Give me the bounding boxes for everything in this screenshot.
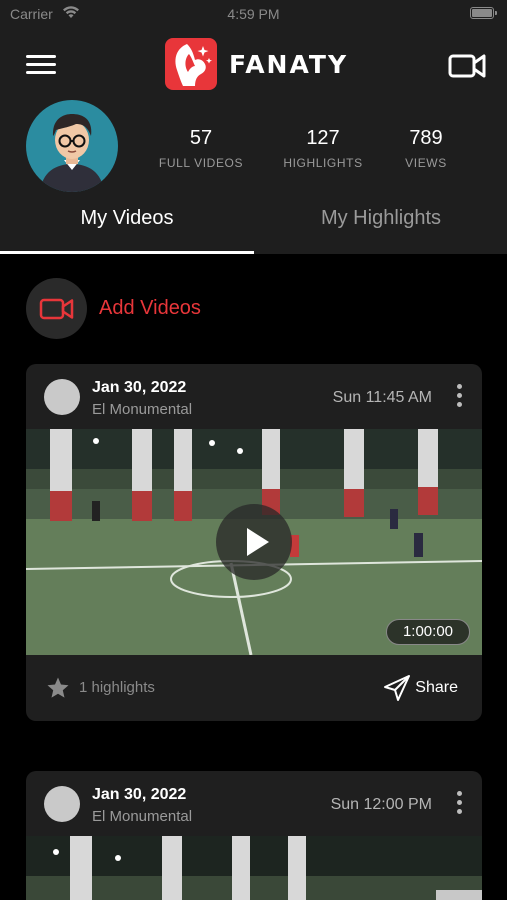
stat-value: 789 <box>409 127 443 149</box>
more-options-icon[interactable] <box>454 384 464 410</box>
logo-text: FANATY <box>229 49 349 79</box>
header: Carrier 4:59 PM FANATY 57 FULL VIDEOS 12… <box>0 0 507 254</box>
video-card: Jan 30, 2022 El Monumental Sun 12:00 PM <box>26 771 482 900</box>
video-card-header: Jan 30, 2022 El Monumental Sun 12:00 PM <box>26 771 482 836</box>
star-icon[interactable] <box>46 676 70 700</box>
stat-label: HIGHLIGHTS <box>283 156 363 170</box>
video-time: Sun 11:45 AM <box>332 389 432 406</box>
stat-label: FULL VIDEOS <box>158 156 244 170</box>
share-label: Share <box>415 679 458 696</box>
avatar <box>44 786 80 822</box>
share-button[interactable]: Share <box>383 673 458 703</box>
tab-my-highlights[interactable]: My Highlights <box>254 207 507 254</box>
avatar[interactable] <box>26 100 118 192</box>
stat-full-videos: 57 FULL VIDEOS <box>158 127 244 170</box>
stat-value: 127 <box>306 127 340 149</box>
video-card-footer: 1 highlights Share <box>26 655 482 721</box>
clock: 4:59 PM <box>227 6 280 22</box>
highlights-count: 1 highlights <box>79 679 155 696</box>
app-logo: FANATY <box>165 38 348 90</box>
stat-label: VIEWS <box>405 156 447 170</box>
video-date: Jan 30, 2022 <box>92 379 187 396</box>
add-videos-label[interactable]: Add Videos <box>99 297 201 320</box>
video-camera-icon <box>39 298 73 319</box>
add-videos-button[interactable] <box>26 278 87 339</box>
stat-highlights: 127 HIGHLIGHTS <box>280 127 366 170</box>
soccer-field-thumbnail <box>26 836 482 900</box>
send-icon <box>384 675 411 701</box>
avatar <box>44 379 80 415</box>
active-tab-indicator <box>0 251 254 254</box>
video-card-header: Jan 30, 2022 El Monumental Sun 11:45 AM <box>26 364 482 429</box>
video-thumbnail[interactable]: 1:00:00 <box>26 429 482 655</box>
stat-views: 789 VIEWS <box>396 127 456 170</box>
play-icon[interactable] <box>216 504 292 580</box>
tab-my-videos[interactable]: My Videos <box>0 207 254 254</box>
stat-value: 57 <box>189 127 213 149</box>
status-bar: Carrier 4:59 PM <box>0 0 507 28</box>
video-thumbnail[interactable] <box>26 836 482 900</box>
video-venue: El Monumental <box>92 401 193 418</box>
video-card: Jan 30, 2022 El Monumental Sun 11:45 AM <box>26 364 482 721</box>
hamburger-menu-icon[interactable] <box>26 55 56 77</box>
video-venue: El Monumental <box>92 808 193 825</box>
video-duration: 1:00:00 <box>385 619 470 645</box>
battery-icon <box>470 7 497 19</box>
fanaty-logo-icon <box>165 38 217 90</box>
video-time: Sun 12:00 PM <box>330 796 432 813</box>
video-date: Jan 30, 2022 <box>92 786 187 803</box>
video-camera-icon[interactable] <box>448 52 486 80</box>
more-options-icon[interactable] <box>454 791 464 817</box>
